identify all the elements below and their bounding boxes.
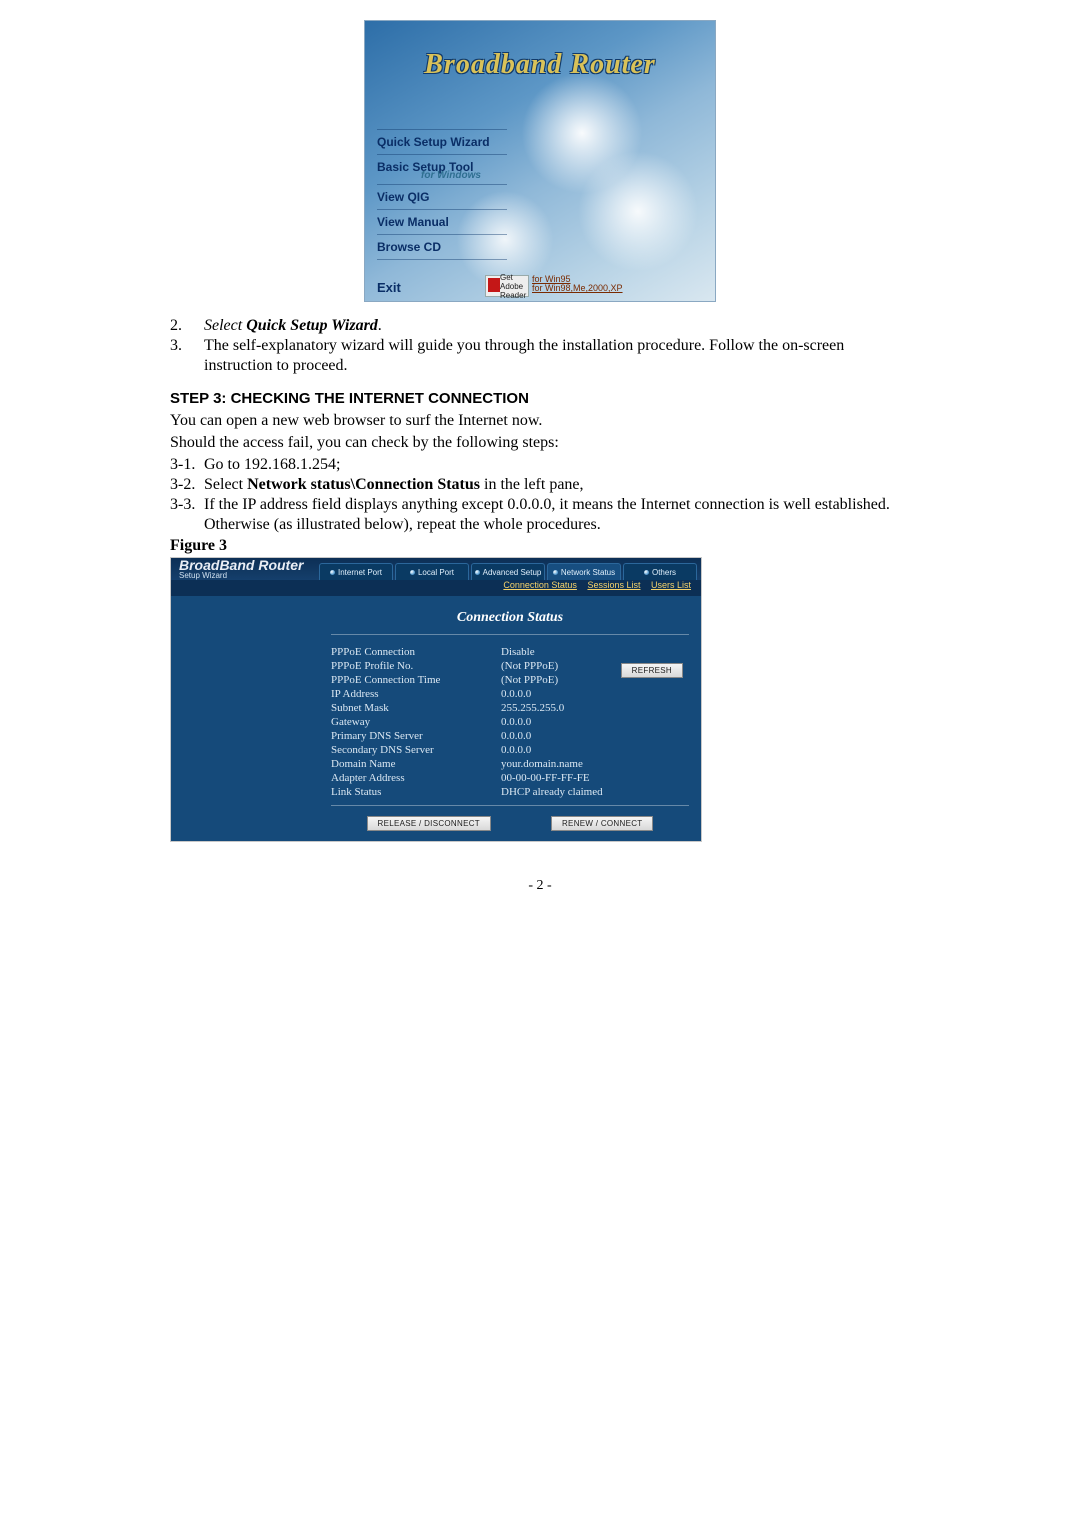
cd-menu: Quick Setup Wizard Basic Setup Tool for … xyxy=(377,129,507,260)
step3-heading: STEP 3: CHECKING THE INTERNET CONNECTION xyxy=(170,390,910,407)
renew-connect-button[interactable]: RENEW / CONNECT xyxy=(551,816,654,831)
instruction-list-a: 2. Select Quick Setup Wizard. 3. The sel… xyxy=(170,316,910,376)
tab-internet-port[interactable]: Internet Port xyxy=(319,563,393,580)
sublink-sessions-list[interactable]: Sessions List xyxy=(587,580,640,590)
figure3-label: Figure 3 xyxy=(170,537,910,555)
menu-quick-setup[interactable]: Quick Setup Wizard xyxy=(377,130,507,154)
router-body: Connection Status REFRESH PPPoE Connecti… xyxy=(171,596,701,841)
sublink-users-list[interactable]: Users List xyxy=(651,580,691,590)
table-row: Secondary DNS Server0.0.0.0 xyxy=(331,743,689,757)
adobe-reader-icon: Get Adobe Reader xyxy=(485,275,529,297)
table-row: IP Address0.0.0.0 xyxy=(331,687,689,701)
refresh-button[interactable]: REFRESH xyxy=(621,663,683,678)
list-item: 3-2. Select Network status\Connection St… xyxy=(170,475,910,495)
cd-autorun-window: Broadband Router Quick Setup Wizard Basi… xyxy=(364,20,716,302)
router-sublinks: Connection Status Sessions List Users Li… xyxy=(171,580,701,596)
list-item: 3. The self-explanatory wizard will guid… xyxy=(170,336,910,376)
tab-dot-icon xyxy=(644,570,649,575)
table-row: Link StatusDHCP already claimed xyxy=(331,785,689,799)
list-item: 3-3. If the IP address field displays an… xyxy=(170,495,910,535)
tab-dot-icon xyxy=(475,570,480,575)
tab-dot-icon xyxy=(330,570,335,575)
page-number: - 2 - xyxy=(170,878,910,894)
tab-others[interactable]: Others xyxy=(623,563,697,580)
menu-exit[interactable]: Exit xyxy=(377,280,401,295)
adobe-link-win98[interactable]: for Win98,Me,2000,XP xyxy=(532,284,623,293)
tab-advanced-setup[interactable]: Advanced Setup xyxy=(471,563,545,580)
table-row: Subnet Mask255.255.255.0 xyxy=(331,701,689,715)
sublink-connection-status[interactable]: Connection Status xyxy=(503,580,577,590)
tab-dot-icon xyxy=(553,570,558,575)
router-topbar: BroadBand Router Setup Wizard Internet P… xyxy=(171,558,701,580)
router-button-row: RELEASE / DISCONNECT RENEW / CONNECT xyxy=(331,814,689,831)
adobe-reader-block: Get Adobe Reader for Win95 for Win98,Me,… xyxy=(485,275,623,297)
router-logo: BroadBand Router Setup Wizard xyxy=(171,558,319,580)
router-web-ui: BroadBand Router Setup Wizard Internet P… xyxy=(170,557,702,842)
release-disconnect-button[interactable]: RELEASE / DISCONNECT xyxy=(367,816,491,831)
menu-view-qig[interactable]: View QIG xyxy=(377,185,507,209)
table-row: Gateway0.0.0.0 xyxy=(331,715,689,729)
menu-view-manual[interactable]: View Manual xyxy=(377,210,507,234)
table-row: Domain Nameyour.domain.name xyxy=(331,757,689,771)
connection-status-title: Connection Status xyxy=(331,604,689,635)
instruction-list-b: 3-1. Go to 192.168.1.254; 3-2. Select Ne… xyxy=(170,455,910,535)
menu-browse-cd[interactable]: Browse CD xyxy=(377,235,507,259)
tab-dot-icon xyxy=(410,570,415,575)
tab-network-status[interactable]: Network Status xyxy=(547,563,621,580)
list-item: 2. Select Quick Setup Wizard. xyxy=(170,316,910,336)
router-tabs: Internet Port Local Port Advanced Setup … xyxy=(319,558,701,580)
table-row: PPPoE ConnectionDisable xyxy=(331,645,689,659)
table-row: Adapter Address00-00-00-FF-FF-FE xyxy=(331,771,689,785)
list-item: 3-1. Go to 192.168.1.254; xyxy=(170,455,910,475)
tab-local-port[interactable]: Local Port xyxy=(395,563,469,580)
step3-intro-1: You can open a new web browser to surf t… xyxy=(170,411,910,431)
step3-intro-2: Should the access fail, you can check by… xyxy=(170,433,910,453)
cd-title: Broadband Router xyxy=(365,49,715,81)
table-row: Primary DNS Server0.0.0.0 xyxy=(331,729,689,743)
